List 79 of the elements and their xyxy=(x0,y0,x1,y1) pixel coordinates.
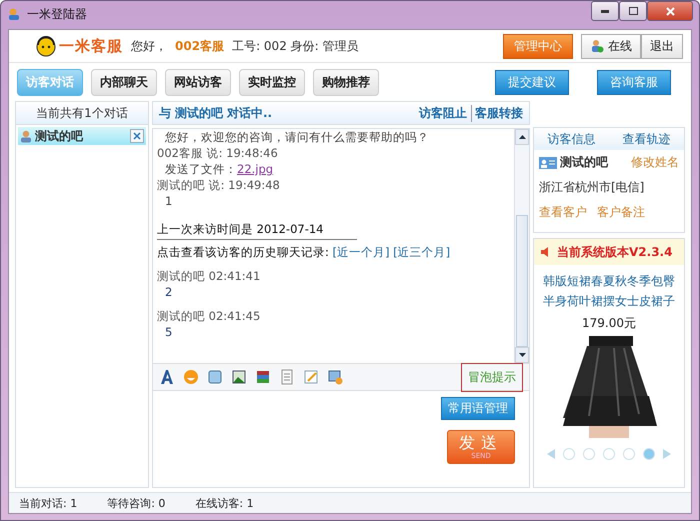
document-icon xyxy=(279,369,295,385)
carousel-dot[interactable] xyxy=(583,448,595,460)
maximize-icon xyxy=(628,7,638,15)
chat-prefix: 与 xyxy=(159,104,171,122)
scroll-down-icon[interactable] xyxy=(518,353,526,357)
close-icon xyxy=(666,6,674,16)
minimize-icon xyxy=(601,10,609,12)
nav-tab[interactable]: 网站访客 xyxy=(165,68,231,96)
message-text: 2 xyxy=(164,284,174,300)
close-icon[interactable] xyxy=(130,129,144,143)
session-item[interactable]: 测试的吧 xyxy=(18,127,146,145)
user-online-icon xyxy=(590,39,604,53)
customer-link[interactable]: 查看客户 xyxy=(539,204,587,221)
window-title: 一米登陆器 xyxy=(27,6,88,22)
rename-link[interactable]: 修改姓名 xyxy=(631,154,679,171)
top-button[interactable]: 咨询客服 xyxy=(597,70,671,94)
chat-action-link[interactable]: 客服转接 xyxy=(471,104,523,122)
phrases-button[interactable]: 常用语管理 xyxy=(441,397,515,420)
logo-mascot-icon xyxy=(35,35,57,57)
info-tab[interactable]: 访客信息 xyxy=(548,130,596,148)
previous-icon[interactable] xyxy=(547,449,555,459)
user-details: 工号: 002 身份: 管理员 xyxy=(232,38,358,54)
message-text: 5 xyxy=(164,324,174,340)
message-text: 发送了文件： xyxy=(165,162,237,176)
contact-card-icon xyxy=(539,156,557,168)
carousel-dot[interactable] xyxy=(623,448,635,460)
maximize-button[interactable] xyxy=(619,1,647,21)
message-text: 您好，欢迎您的咨询，请问有什么需要帮助的吗？ xyxy=(164,129,430,145)
status-text: 在线访客: 1 xyxy=(195,496,254,510)
carousel-dot[interactable] xyxy=(563,448,575,460)
greeting-text: 您好， xyxy=(131,38,167,54)
file-link[interactable]: 22.jpg xyxy=(237,162,274,176)
history-text: 点击查看该访客的历史聊天记录: xyxy=(157,245,329,259)
nav-tab[interactable]: 实时监控 xyxy=(239,68,305,96)
status-text: 等待咨询: 0 xyxy=(107,496,166,510)
screenshot-icon xyxy=(207,369,223,385)
info-tab[interactable]: 查看轨迹 xyxy=(622,130,670,148)
window-add-icon xyxy=(327,369,343,385)
status-text: 当前对话: 1 xyxy=(19,496,78,510)
message-sender: 测试的吧 说: 19:49:48 xyxy=(157,177,281,193)
logo-text: 一米客服 xyxy=(59,36,123,56)
logout-button[interactable]: 退出 xyxy=(641,34,683,58)
message-sender: 测试的吧 02:41:41 xyxy=(157,268,262,284)
top-button[interactable]: 提交建议 xyxy=(495,70,569,94)
message-sender: 002客服 说: 19:48:46 xyxy=(157,145,279,161)
image-icon xyxy=(231,369,247,385)
chat-status: 对话中.. xyxy=(227,104,272,122)
bubble-hint-button[interactable]: 冒泡提示 xyxy=(461,362,523,392)
customer-link[interactable]: 客户备注 xyxy=(597,204,645,221)
nav-tab[interactable]: 内部聊天 xyxy=(91,68,157,96)
version-text: 当前系统版本V2.3.4 xyxy=(557,244,672,260)
next-icon[interactable] xyxy=(663,449,671,459)
scroll-up-icon[interactable] xyxy=(518,135,526,139)
font-icon xyxy=(159,369,175,385)
close-button[interactable] xyxy=(647,1,693,21)
last-visit-text: 上一次来访时间是 2012-07-14 xyxy=(157,221,324,237)
sessions-title: 当前共有1个对话 xyxy=(35,104,129,122)
history-link[interactable]: [近一个月] xyxy=(332,245,390,259)
note-edit-icon xyxy=(303,369,319,385)
emoji-icon xyxy=(183,369,199,385)
minimize-button[interactable] xyxy=(591,1,619,21)
visitor-name: 测试的吧 xyxy=(560,154,609,171)
nav-tab[interactable]: 购物推荐 xyxy=(313,68,379,96)
status-button[interactable]: 在线 xyxy=(581,34,641,58)
carousel-dot[interactable] xyxy=(603,448,615,460)
scroll-thumb[interactable] xyxy=(516,215,528,347)
product-price: 179.00元 xyxy=(582,315,636,332)
message-text: 1 xyxy=(164,193,174,209)
user-name: 002客服 xyxy=(175,38,224,54)
archive-icon xyxy=(255,369,271,385)
chat-action-link[interactable]: 访客阻止 xyxy=(419,104,467,122)
chat-visitor: 测试的吧 xyxy=(175,104,223,122)
message-sender: 测试的吧 02:41:45 xyxy=(157,308,262,324)
visitor-location: 浙江省杭州市[电信] xyxy=(538,179,646,196)
history-link[interactable]: [近三个月] xyxy=(393,245,450,259)
carousel-dot[interactable] xyxy=(643,448,655,460)
product-link[interactable]: 韩版短裙春夏秋冬季包臀半身荷叶裙摆女士皮裙子 xyxy=(534,265,684,311)
user-icon xyxy=(20,130,32,142)
app-icon xyxy=(7,7,21,21)
